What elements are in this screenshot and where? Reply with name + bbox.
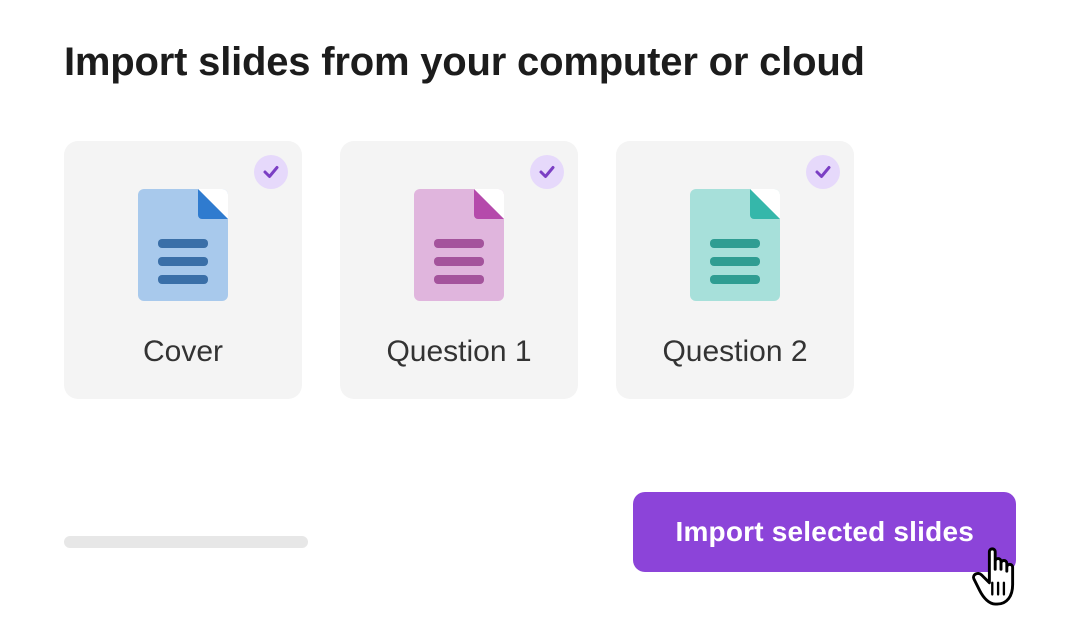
import-slides-dialog: Import slides from your computer or clou… [0,0,1080,399]
page-title: Import slides from your computer or clou… [64,40,1016,85]
document-icon [414,189,504,301]
slide-card[interactable]: Cover [64,141,302,399]
check-icon [262,163,280,181]
slide-card-label: Cover [143,335,223,369]
bottom-bar: Import selected slides [64,492,1016,572]
document-icon [690,189,780,301]
slide-card-label: Question 1 [386,335,531,369]
selected-badge [530,155,564,189]
check-icon [538,163,556,181]
selected-badge [254,155,288,189]
selected-badge [806,155,840,189]
slide-card[interactable]: Question 1 [340,141,578,399]
slide-card-label: Question 2 [662,335,807,369]
document-icon [138,189,228,301]
import-selected-button[interactable]: Import selected slides [633,492,1016,572]
check-icon [814,163,832,181]
progress-track [64,536,308,548]
slide-card[interactable]: Question 2 [616,141,854,399]
slide-card-list: Cover Question 1 [64,141,1016,399]
